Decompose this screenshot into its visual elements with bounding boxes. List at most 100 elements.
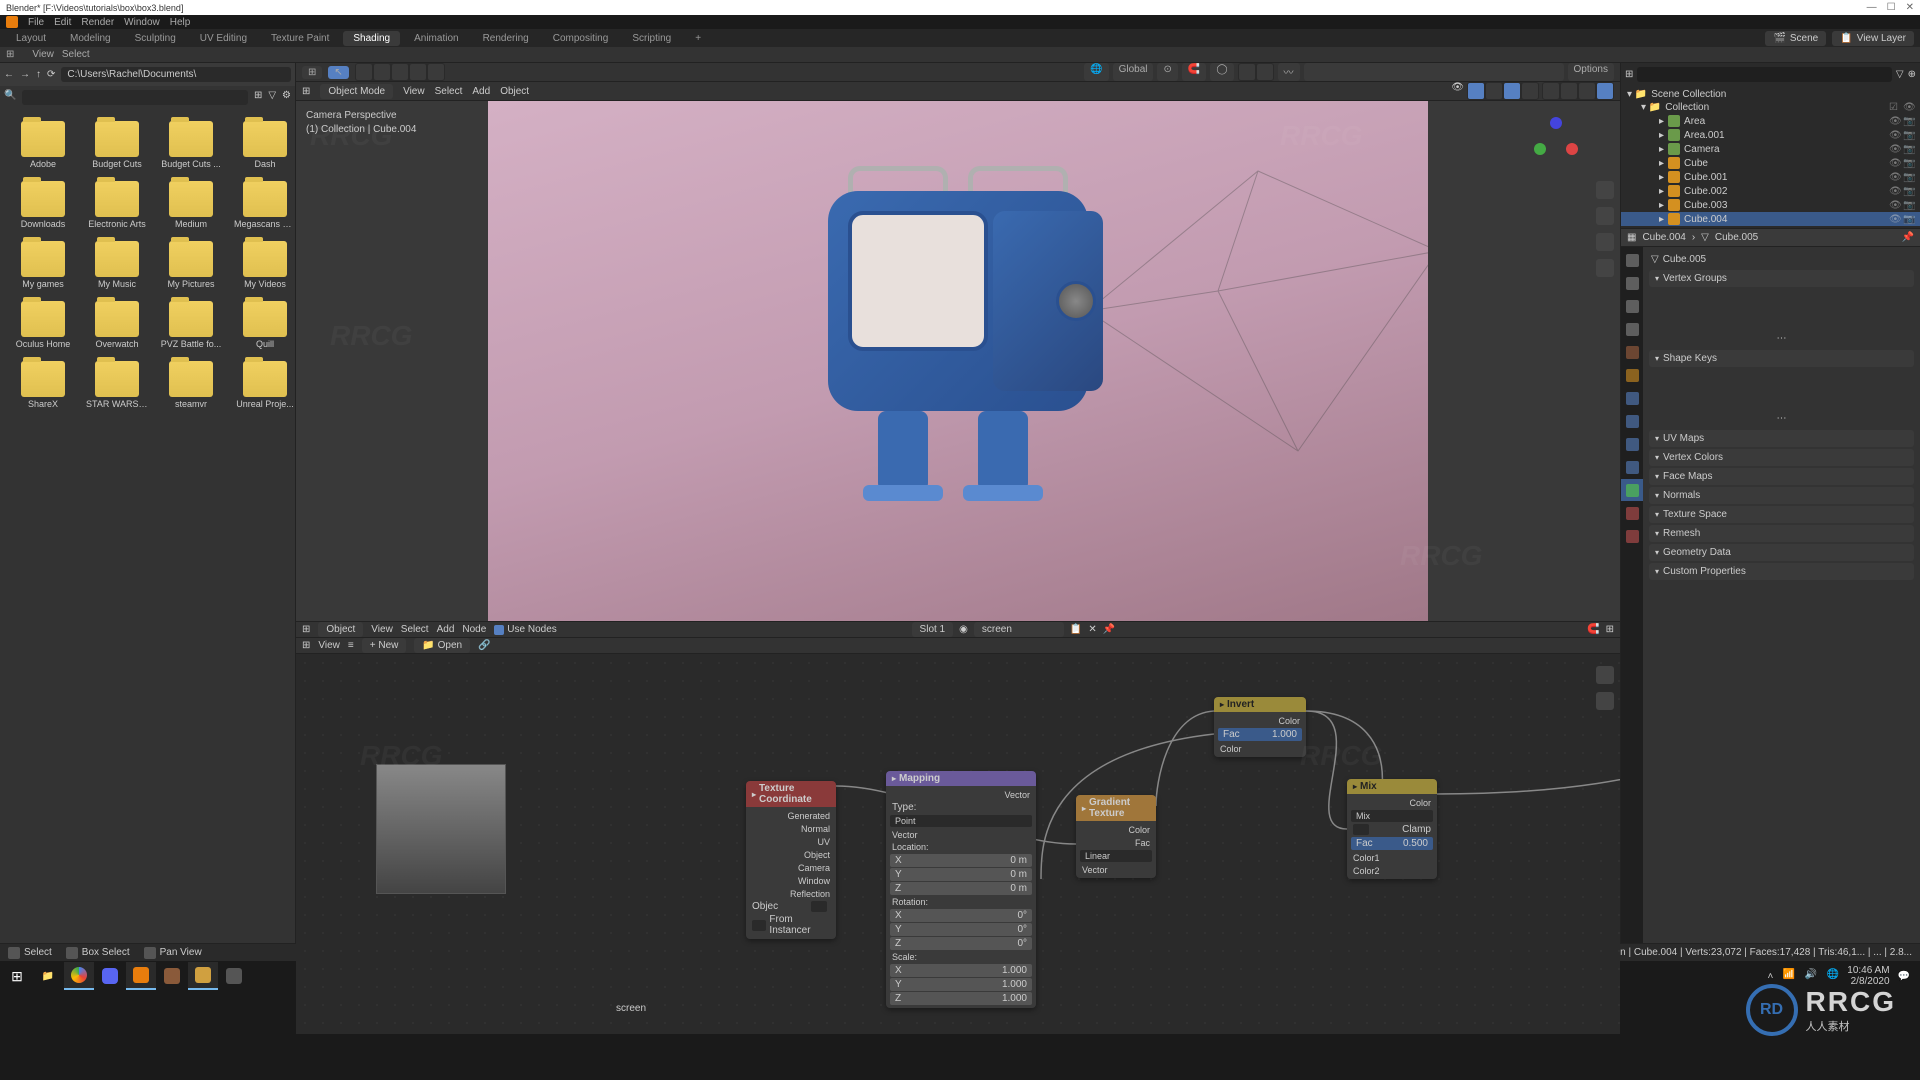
curve-icon[interactable]: 〰 (1278, 63, 1300, 81)
panel-vertex-colors[interactable]: Vertex Colors (1649, 449, 1914, 466)
select-mode-2[interactable] (374, 64, 390, 80)
ptab-viewlayer[interactable] (1621, 295, 1643, 317)
axis-x[interactable] (1566, 143, 1578, 155)
use-nodes-toggle[interactable]: Use Nodes (494, 624, 556, 635)
panel-vertex-groups[interactable]: Vertex Groups (1649, 270, 1914, 287)
folder-item[interactable]: Adobe (8, 117, 78, 173)
fb-settings-icon[interactable]: ⚙ (282, 90, 291, 105)
task-discord[interactable] (95, 962, 125, 990)
node-invert[interactable]: Invert Color Fac1.000 Color (1214, 697, 1306, 757)
orientation-icon[interactable]: 🌐 (1084, 63, 1108, 81)
menu-window[interactable]: Window (124, 17, 160, 28)
move-icon[interactable] (1596, 207, 1614, 225)
folder-item[interactable]: My Videos (230, 237, 295, 293)
scene-selector[interactable]: 🎬Scene (1765, 31, 1826, 46)
ptab-material[interactable] (1621, 502, 1643, 524)
outliner-search-input[interactable] (1637, 67, 1892, 82)
outliner-filter-icon[interactable]: ▽ (1896, 69, 1904, 80)
folder-item[interactable]: Budget Cuts ... (156, 117, 226, 173)
mat-unlink-icon[interactable]: ✕ (1088, 624, 1096, 635)
panel-custom-properties[interactable]: Custom Properties (1649, 563, 1914, 580)
task-app3[interactable] (219, 962, 249, 990)
panel-remesh[interactable]: Remesh (1649, 525, 1914, 542)
ptab-constraints[interactable] (1621, 456, 1643, 478)
select-mode-5[interactable] (428, 64, 444, 80)
render-icon[interactable]: 📷 (1903, 144, 1914, 155)
zoom-icon[interactable] (1596, 181, 1614, 199)
mode-dropdown[interactable]: Object Mode (320, 84, 393, 99)
panel-uv-maps[interactable]: UV Maps (1649, 430, 1914, 447)
select-mode-4[interactable] (410, 64, 426, 80)
panel-normals[interactable]: Normals (1649, 487, 1914, 504)
close-button[interactable]: ✕ (1906, 2, 1914, 13)
panel-geometry-data[interactable]: Geometry Data (1649, 544, 1914, 561)
slot-dropdown[interactable]: Slot 1 (912, 622, 954, 637)
material-name[interactable]: screen (974, 622, 1064, 637)
shade-4[interactable] (1522, 83, 1538, 99)
tree-item[interactable]: ▸Area👁📷 (1621, 114, 1920, 128)
shade-3[interactable] (1504, 83, 1520, 99)
folder-item[interactable]: PVZ Battle fo... (156, 297, 226, 353)
folder-item[interactable]: Medium (156, 177, 226, 233)
ptab-particles[interactable] (1621, 410, 1643, 432)
render-icon[interactable]: 📷 (1903, 214, 1914, 225)
vp-menu-add[interactable]: Add (472, 86, 490, 97)
mesh-data-name[interactable]: ▽ Cube.005 (1643, 251, 1920, 268)
tray-up-icon[interactable]: ˄ (1767, 971, 1773, 982)
axis-y[interactable] (1534, 143, 1546, 155)
fb-menu-select[interactable]: Select (62, 49, 90, 60)
tab-compositing[interactable]: Compositing (543, 31, 619, 46)
vp-editor-icon[interactable]: ⊞ (302, 86, 310, 97)
axis-z[interactable] (1550, 117, 1562, 129)
maximize-button[interactable]: ☐ (1887, 2, 1896, 13)
fb-back-button[interactable]: ← (4, 69, 14, 80)
fb-filter-icon[interactable]: ⊞ (6, 49, 14, 60)
tree-collection[interactable]: ▾ 📁 Collection ☑👁 (1621, 101, 1920, 114)
folder-item[interactable]: Budget Cuts (82, 117, 152, 173)
fb-display-icon[interactable]: ⊞ (254, 90, 262, 105)
ptab-modifiers[interactable] (1621, 387, 1643, 409)
render-icon[interactable]: 📷 (1903, 116, 1914, 127)
outliner-new-collection[interactable]: ⊕ (1908, 69, 1916, 80)
ptab-scene[interactable] (1621, 318, 1643, 340)
tray-lang-icon[interactable]: 🌐 (1825, 969, 1839, 983)
fb-up-button[interactable]: ↑ (36, 69, 41, 80)
vp-shading-wire[interactable] (1543, 83, 1559, 99)
ne-snap-icon[interactable]: 🧲 (1587, 624, 1599, 635)
tab-animation[interactable]: Animation (404, 31, 468, 46)
menu-edit[interactable]: Edit (54, 17, 71, 28)
proportional-icon[interactable]: ◯ (1210, 63, 1233, 81)
task-explorer[interactable]: 📁 (33, 962, 63, 990)
tree-item[interactable]: ▸Cube.002👁📷 (1621, 184, 1920, 198)
tab-uv-editing[interactable]: UV Editing (190, 31, 257, 46)
ptab-output[interactable] (1621, 272, 1643, 294)
task-app2[interactable] (188, 962, 218, 990)
start-button[interactable]: ⊞ (2, 962, 32, 990)
menu-render[interactable]: Render (81, 17, 114, 28)
fb-filter-icon2[interactable]: ▽ (268, 90, 276, 105)
fb-path-input[interactable]: C:\Users\Rachel\Documents\ (61, 67, 291, 82)
ie-open-button[interactable]: 📁 Open (414, 638, 470, 653)
render-icon[interactable]: 📷 (1903, 186, 1914, 197)
fb-search-input[interactable] (22, 90, 247, 105)
gizmo-1[interactable] (1239, 64, 1255, 80)
tab-layout[interactable]: Layout (6, 31, 56, 46)
gizmo-2[interactable] (1257, 64, 1273, 80)
visibility-icon[interactable]: 👁 (1889, 130, 1900, 141)
ne-menu-node[interactable]: Node (462, 624, 486, 635)
ptab-object[interactable] (1621, 364, 1643, 386)
node-header[interactable]: Mapping (886, 771, 1036, 786)
fb-menu-view[interactable]: View (32, 49, 54, 60)
folder-item[interactable]: Quill (230, 297, 295, 353)
ptab-physics[interactable] (1621, 433, 1643, 455)
node-texture-coordinate[interactable]: Texture Coordinate Generated Normal UV O… (746, 781, 836, 939)
ne-pan-icon[interactable] (1596, 692, 1614, 710)
ne-menu-select[interactable]: Select (401, 624, 429, 635)
viewlayer-selector[interactable]: 📋View Layer (1832, 31, 1914, 46)
ptab-texture[interactable] (1621, 525, 1643, 547)
node-header[interactable]: Invert (1214, 697, 1306, 712)
ptab-mesh-data[interactable] (1621, 479, 1643, 501)
pivot-icon[interactable]: ⊙ (1157, 63, 1177, 81)
node-header[interactable]: Gradient Texture (1076, 795, 1156, 821)
folder-item[interactable]: Megascans Li... (230, 177, 295, 233)
